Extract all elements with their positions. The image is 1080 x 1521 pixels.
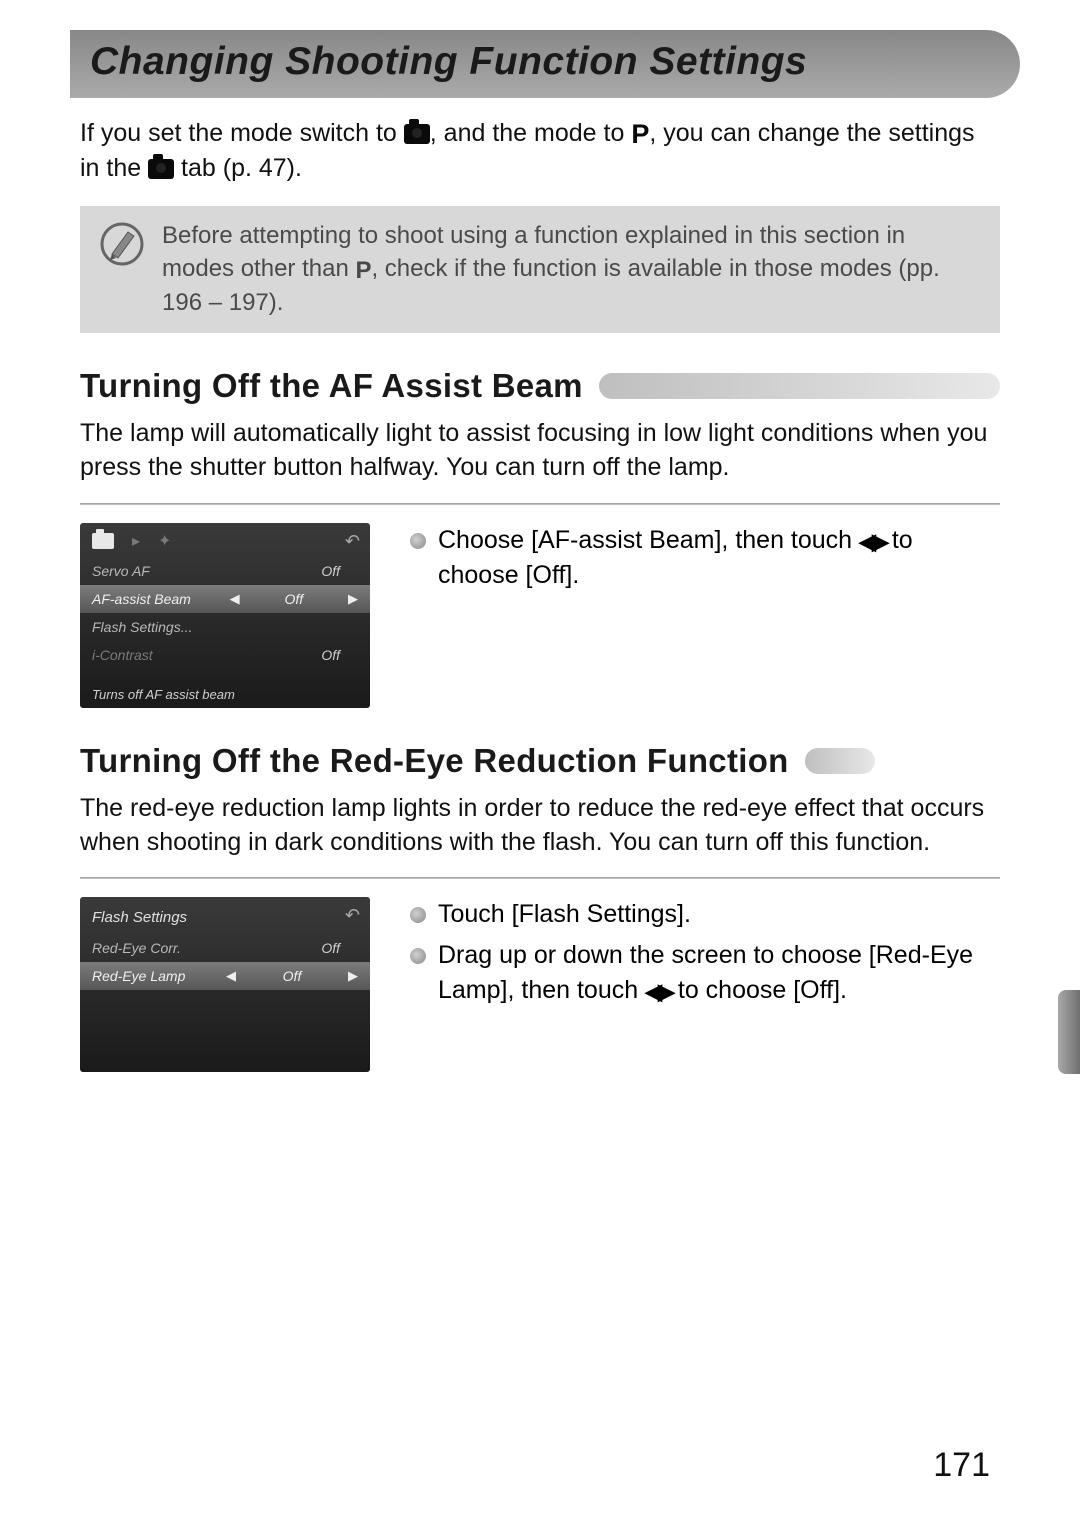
play-tab-icon: ▸ (132, 531, 140, 551)
menu-row: Flash Settings... (80, 613, 370, 641)
screenshot-title: Flash Settings (80, 905, 370, 934)
menu-row-selected: AF-assist Beam ◀ Off ▶ (80, 585, 370, 613)
camera-tab-icon (92, 533, 114, 549)
arrow-left-icon: ◀ (226, 968, 236, 984)
heading-accent-bar (805, 748, 875, 774)
divider (80, 503, 1000, 505)
menu-row: i-Contrast Off (80, 641, 370, 669)
section2-split: Flash Settings ↶ Red-Eye Corr. Off Red-E… (80, 897, 1000, 1072)
page-thumb-tab (1058, 990, 1080, 1074)
note-box: Before attempting to shoot using a funct… (80, 206, 1000, 333)
menu-row: Servo AF Off (80, 557, 370, 585)
section1-split: ▸ ✦ ↶ Servo AF Off AF-assist Beam ◀ Off … (80, 523, 1000, 708)
section2-screenshot: Flash Settings ↶ Red-Eye Corr. Off Red-E… (80, 897, 370, 1072)
p-mode-icon: P (631, 116, 649, 152)
p-mode-icon: P (355, 255, 371, 287)
bullet-icon (410, 533, 426, 549)
section-heading-row: Turning Off the Red-Eye Reduction Functi… (80, 742, 1000, 780)
tools-tab-icon: ✦ (158, 531, 171, 551)
section-heading-row: Turning Off the AF Assist Beam (80, 367, 1000, 405)
arrow-left-icon: ◀ (230, 591, 240, 607)
note-text: Before attempting to shoot using a funct… (162, 220, 982, 319)
intro-paragraph: If you set the mode switch to , and the … (80, 116, 1000, 186)
step-item: Choose [AF-assist Beam], then touch ◀▶ t… (410, 523, 1000, 593)
section2-heading: Turning Off the Red-Eye Reduction Functi… (80, 742, 789, 780)
section1-heading: Turning Off the AF Assist Beam (80, 367, 583, 405)
section2-steps: Touch [Flash Settings]. Drag up or down … (410, 897, 1000, 1072)
section1-body: The lamp will automatically light to ass… (80, 417, 1000, 485)
section1-screenshot: ▸ ✦ ↶ Servo AF Off AF-assist Beam ◀ Off … (80, 523, 370, 708)
step-item: Drag up or down the screen to choose [Re… (410, 938, 1000, 1008)
camera-icon (148, 159, 174, 179)
page-number: 171 (933, 1446, 990, 1485)
menu-row-selected: Red-Eye Lamp ◀ Off ▶ (80, 962, 370, 990)
arrow-right-icon: ▶ (348, 591, 358, 607)
bullet-icon (410, 948, 426, 964)
menu-help-text: Turns off AF assist beam (92, 687, 235, 702)
left-right-icon: ◀▶ (645, 977, 671, 1008)
left-right-icon: ◀▶ (859, 527, 885, 558)
menu-row: Red-Eye Corr. Off (80, 934, 370, 962)
back-icon: ↶ (345, 531, 360, 552)
back-icon: ↶ (345, 905, 360, 926)
camera-icon (404, 124, 430, 144)
section1-steps: Choose [AF-assist Beam], then touch ◀▶ t… (410, 523, 1000, 708)
pencil-icon (98, 220, 146, 268)
page-title: Changing Shooting Function Settings (90, 40, 1000, 84)
section2-body: The red-eye reduction lamp lights in ord… (80, 792, 1000, 860)
page-title-banner: Changing Shooting Function Settings (70, 30, 1020, 98)
divider (80, 877, 1000, 879)
step-item: Touch [Flash Settings]. (410, 897, 1000, 932)
bullet-icon (410, 907, 426, 923)
heading-accent-bar (599, 373, 1000, 399)
arrow-right-icon: ▶ (348, 968, 358, 984)
